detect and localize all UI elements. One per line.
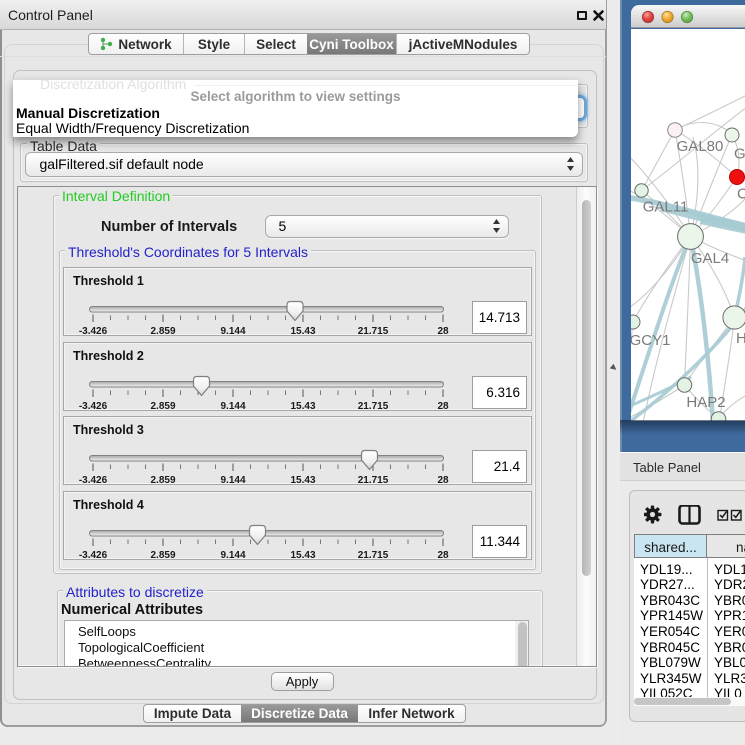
svg-text:HAP2: HAP2 <box>686 394 725 411</box>
svg-text:2.859: 2.859 <box>150 401 175 412</box>
svg-text:-3.426: -3.426 <box>79 401 108 412</box>
svg-text:28: 28 <box>437 326 449 337</box>
svg-text:15.43: 15.43 <box>290 401 315 412</box>
svg-text:15.43: 15.43 <box>290 550 315 561</box>
svg-text:21.715: 21.715 <box>358 475 389 486</box>
svg-text:15.43: 15.43 <box>290 475 315 486</box>
svg-text:28: 28 <box>437 475 449 486</box>
svg-text:21.715: 21.715 <box>358 550 389 561</box>
svg-text:GCY1: GCY1 <box>631 332 670 349</box>
svg-text:28: 28 <box>437 401 449 412</box>
svg-text:21.715: 21.715 <box>358 401 389 412</box>
svg-text:G.: G. <box>734 146 745 163</box>
svg-text:9.144: 9.144 <box>220 475 245 486</box>
svg-text:2.859: 2.859 <box>150 475 175 486</box>
svg-text:9.144: 9.144 <box>220 550 245 561</box>
svg-text:15.43: 15.43 <box>290 326 315 337</box>
svg-text:21.715: 21.715 <box>358 326 389 337</box>
svg-text:-3.426: -3.426 <box>79 550 108 561</box>
svg-text:2.859: 2.859 <box>150 326 175 337</box>
svg-text:C: C <box>737 186 745 203</box>
svg-text:9.144: 9.144 <box>220 326 245 337</box>
svg-text:28: 28 <box>437 550 449 561</box>
svg-text:9.144: 9.144 <box>220 401 245 412</box>
svg-text:H: H <box>736 330 745 347</box>
svg-text:-3.426: -3.426 <box>79 475 108 486</box>
svg-text:GAL11: GAL11 <box>643 199 689 216</box>
svg-text:2.859: 2.859 <box>150 550 175 561</box>
svg-text:-3.426: -3.426 <box>79 326 108 337</box>
svg-text:GAL80: GAL80 <box>677 138 724 155</box>
svg-text:GAL4: GAL4 <box>691 250 729 267</box>
